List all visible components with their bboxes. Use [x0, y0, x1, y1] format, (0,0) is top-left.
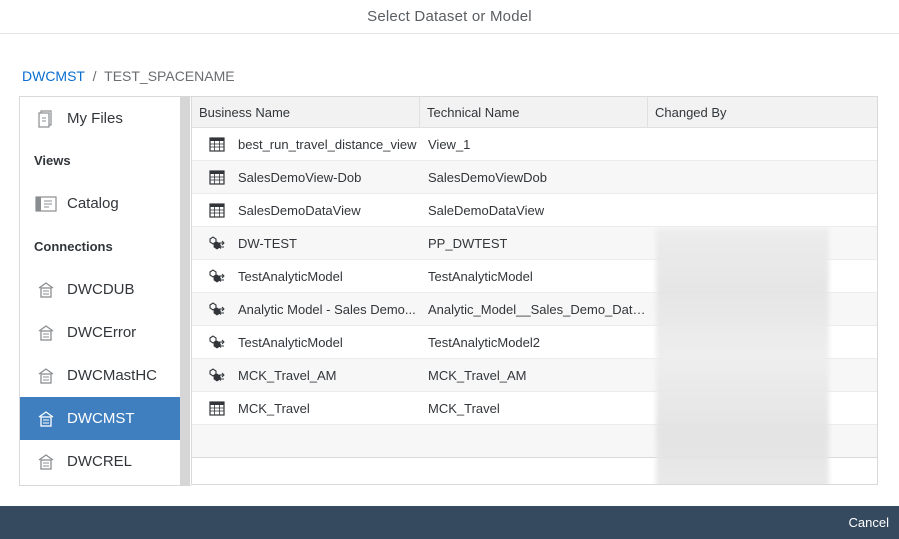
breadcrumb: DWCMST / TEST_SPACENAME [22, 68, 235, 84]
business-name-text: TestAnalyticModel [238, 268, 343, 284]
column-header-changed-by[interactable]: Changed By [648, 97, 877, 128]
document-icon [35, 108, 57, 130]
business-name-cell: TestAnalyticModel [192, 260, 420, 292]
sidebar-item-label: DWCError [67, 324, 137, 341]
views-heading: Views [34, 153, 71, 168]
business-name-cell: MCK_Travel [192, 392, 420, 424]
dialog-title: Select Dataset or Model [367, 8, 532, 25]
technical-name-cell: PP_DWTEST [420, 227, 648, 259]
space-icon [35, 279, 57, 301]
business-name-cell: Analytic Model - Sales Demo... [192, 293, 420, 325]
breadcrumb-root-link[interactable]: DWCMST [22, 68, 85, 84]
technical-name-cell: TestAnalyticModel2 [420, 326, 648, 358]
business-name-text: TestAnalyticModel [238, 334, 343, 350]
view-icon [208, 136, 226, 152]
technical-name-text: PP_DWTEST [428, 235, 508, 251]
technical-name-text: View_1 [428, 136, 471, 152]
technical-name-text: SaleDemoDataView [428, 202, 545, 218]
column-header-technical-name[interactable]: Technical Name [420, 97, 648, 128]
sidebar-item-label: DWCREL [67, 453, 133, 470]
view-icon [208, 400, 226, 416]
analytic-model-icon [208, 235, 226, 251]
sidebar-item-my-files[interactable]: My Files [20, 97, 181, 140]
view-icon [208, 169, 226, 185]
business-name-cell: DW-TEST [192, 227, 420, 259]
analytic-model-icon [208, 268, 226, 284]
table-row[interactable]: SalesDemoDataView SaleDemoDataView [192, 194, 877, 227]
technical-name-text: MCK_Travel [428, 400, 500, 416]
changed-by-cell [648, 128, 877, 160]
space-icon [35, 408, 57, 430]
business-name-text: MCK_Travel [238, 400, 310, 416]
technical-name-cell: Analytic_Model__Sales_Demo_Data_v [420, 293, 648, 325]
business-name-text: Analytic Model - Sales Demo... [238, 301, 416, 317]
table-row[interactable]: best_run_travel_distance_view View_1 [192, 128, 877, 161]
business-name-cell: SalesDemoView-Dob [192, 161, 420, 193]
technical-name-cell: SalesDemoViewDob [420, 161, 648, 193]
sidebar-item-label: DWCDUB [67, 281, 135, 298]
space-icon [35, 322, 57, 344]
sidebar-item-connection[interactable]: DWCMastHC [20, 354, 181, 397]
breadcrumb-separator: / [92, 68, 97, 84]
view-icon [208, 202, 226, 218]
analytic-model-icon [208, 334, 226, 350]
table-row[interactable]: SalesDemoView-Dob SalesDemoViewDob [192, 161, 877, 194]
technical-name-cell: SaleDemoDataView [420, 194, 648, 226]
technical-name-cell: TestAnalyticModel [420, 260, 648, 292]
changed-by-cell [648, 161, 877, 193]
cancel-button[interactable]: Cancel [849, 515, 889, 530]
analytic-model-icon [208, 367, 226, 383]
technical-name-cell: View_1 [420, 128, 648, 160]
dataset-table: Business Name Technical Name Changed By … [191, 96, 878, 485]
sidebar: My Files Views Catalog Connections DWCDU… [19, 96, 191, 486]
sidebar-item-label: DWCMST [67, 410, 135, 427]
sidebar-item-connection-selected[interactable]: DWCMST [20, 397, 181, 440]
business-name-text: DW-TEST [238, 235, 297, 251]
business-name-cell: TestAnalyticModel [192, 326, 420, 358]
catalog-icon [35, 193, 57, 215]
connections-heading: Connections [34, 239, 113, 254]
changed-by-cell [648, 194, 877, 226]
business-name-cell: SalesDemoDataView [192, 194, 420, 226]
business-name-cell: MCK_Travel_AM [192, 359, 420, 391]
business-name-text: SalesDemoView-Dob [238, 169, 362, 185]
sidebar-scrollbar[interactable] [180, 96, 190, 486]
technical-name-cell: MCK_Travel [420, 392, 648, 424]
sidebar-item-label: Catalog [67, 195, 119, 212]
breadcrumb-current: TEST_SPACENAME [104, 68, 235, 84]
technical-name-text: MCK_Travel_AM [428, 367, 527, 383]
sidebar-item-connection[interactable]: DWCREL [20, 440, 181, 483]
sidebar-item-connection[interactable]: DWCDUB [20, 268, 181, 311]
sidebar-item-catalog[interactable]: Catalog [20, 182, 181, 225]
analytic-model-icon [208, 301, 226, 317]
table-header: Business Name Technical Name Changed By [192, 97, 877, 128]
sidebar-item-label: DWCMastHC [67, 367, 157, 384]
changed-by-redacted [656, 229, 829, 484]
space-icon [35, 451, 57, 473]
business-name-text: MCK_Travel_AM [238, 367, 337, 383]
sidebar-item-connection[interactable]: DWCError [20, 311, 181, 354]
business-name-text: best_run_travel_distance_view [238, 136, 417, 152]
column-header-business-name[interactable]: Business Name [192, 97, 420, 128]
business-name-text: SalesDemoDataView [238, 202, 361, 218]
dialog-header: Select Dataset or Model [0, 0, 899, 34]
dialog-footer: Cancel [0, 506, 899, 539]
technical-name-text: TestAnalyticModel [428, 268, 533, 284]
technical-name-cell: MCK_Travel_AM [420, 359, 648, 391]
technical-name-text: TestAnalyticModel2 [428, 334, 540, 350]
technical-name-text: Analytic_Model__Sales_Demo_Data_v [428, 301, 648, 317]
space-icon [35, 365, 57, 387]
sidebar-item-label: My Files [67, 110, 123, 127]
technical-name-text: SalesDemoViewDob [428, 169, 547, 185]
business-name-cell: best_run_travel_distance_view [192, 128, 420, 160]
